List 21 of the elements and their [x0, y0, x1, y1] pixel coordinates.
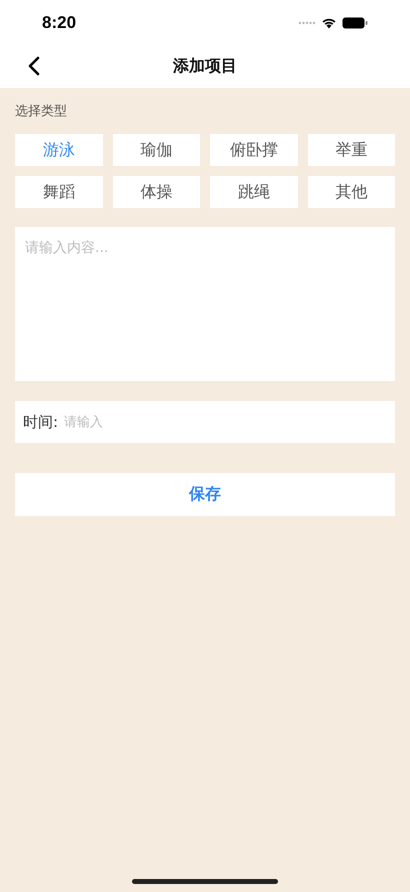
back-chevron-icon — [28, 56, 40, 76]
back-button[interactable] — [28, 56, 40, 76]
type-option[interactable]: 体操 — [112, 176, 200, 208]
time-input[interactable]: 请输入 — [62, 414, 387, 430]
type-option[interactable]: 游泳 — [15, 134, 102, 166]
type-option[interactable]: 舞蹈 — [15, 176, 102, 208]
content-input[interactable]: 请输入内容... — [15, 227, 395, 381]
page-title: 添加项目 — [173, 56, 237, 77]
signal-dots-icon — [298, 20, 316, 24]
time-label: 时间: — [23, 412, 58, 432]
type-option[interactable]: 其他 — [308, 176, 395, 208]
status-time: 8:20 — [42, 12, 76, 32]
type-option[interactable]: 瑜伽 — [112, 134, 200, 166]
section-label: 选择类型 — [15, 103, 68, 121]
type-option[interactable]: 举重 — [308, 134, 395, 166]
save-button[interactable]: 保存 — [15, 473, 395, 516]
type-option[interactable]: 俯卧撑 — [210, 134, 298, 166]
time-field[interactable]: 时间: 请输入 — [15, 401, 395, 443]
wifi-icon — [321, 16, 337, 28]
battery-icon — [342, 16, 368, 28]
type-option[interactable]: 跳绳 — [210, 176, 298, 208]
